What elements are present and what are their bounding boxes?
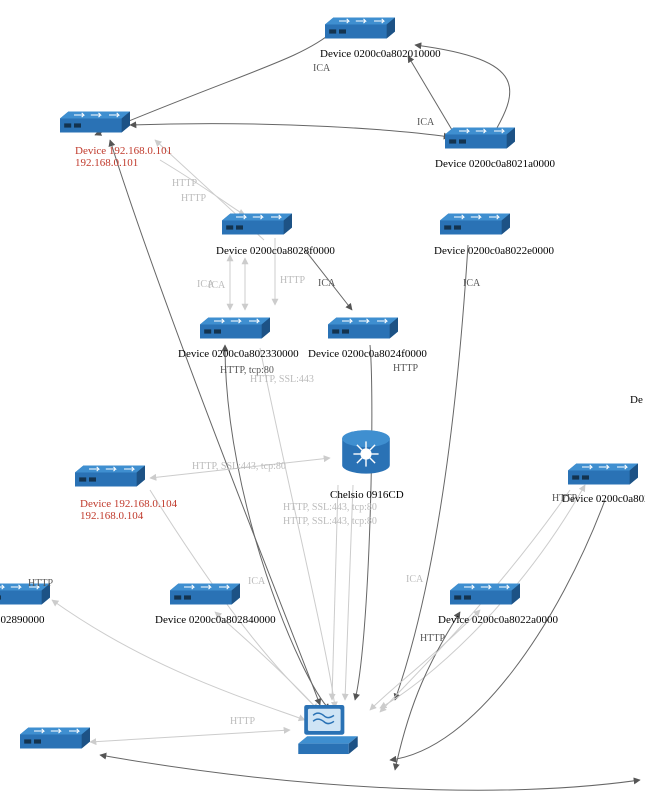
switch-icon [200, 314, 270, 342]
node-label: 802890000 [0, 614, 45, 626]
protocol-label: HTTP [393, 363, 418, 374]
network-diagram: Device 0200c0a802010000 Device 192.168.0… [0, 0, 645, 792]
protocol-label: ICA [417, 117, 434, 128]
node-label: Device 0200c0a8024f0000 [308, 348, 427, 360]
protocol-label: ICA [313, 63, 330, 74]
switch-icon [20, 724, 90, 752]
connection-line [395, 245, 468, 700]
protocol-label: HTTP, SSL:443, tcp:80 [192, 461, 286, 472]
protocol-label: ICA [318, 278, 335, 289]
protocol-label: ICA [463, 278, 480, 289]
protocol-label: HTTP [172, 178, 197, 189]
node-n_103[interactable] [20, 724, 90, 752]
protocol-label: HTTP [420, 633, 445, 644]
protocol-label: HTTP [230, 716, 255, 727]
connection-line [100, 755, 640, 790]
node-label: Device 192.168.0.104 [80, 498, 177, 510]
node-n_8024f[interactable] [328, 314, 398, 342]
connection-line [130, 124, 450, 137]
node-label: Device 0200c0a802840000 [155, 614, 276, 626]
node-label: Device 0200c0a8028f0000 [216, 245, 335, 257]
node-sublabel: 192.168.0.101 [75, 157, 138, 169]
node-label: Device 192.168.0.101 [75, 145, 172, 157]
node-sublabel: 192.168.0.104 [80, 510, 143, 522]
protocol-label: HTTP, SSL:443, tcp:80 [283, 516, 377, 527]
switch-icon [568, 460, 638, 488]
switch-icon [450, 580, 520, 608]
connection-line [390, 500, 605, 760]
node-label: Device 0200c0a8022a0000 [438, 614, 558, 626]
connection-line [260, 348, 335, 708]
node-n_101[interactable] [60, 108, 130, 136]
switch-icon [440, 210, 510, 238]
workstation-icon [298, 702, 358, 757]
node-label: Device 0200c0a802330000 [178, 348, 299, 360]
node-label: De [630, 394, 643, 406]
node-n_top[interactable] [325, 14, 395, 42]
switch-icon [325, 14, 395, 42]
protocol-label: HTTP [181, 193, 206, 204]
node-n_80233[interactable] [200, 314, 270, 342]
node-n_104[interactable] [75, 462, 145, 490]
protocol-label: HTTP [552, 493, 577, 504]
node-label: Device 0200c0a8021a0000 [435, 158, 555, 170]
connection-line [90, 730, 290, 742]
node-n_8027a[interactable] [568, 460, 638, 488]
protocol-label: HTTP [28, 578, 53, 589]
protocol-label: HTTP [280, 275, 305, 286]
switch-icon [222, 210, 292, 238]
node-n_chelsio[interactable] [338, 426, 394, 482]
node-n_8022a[interactable] [450, 580, 520, 608]
switch-icon [75, 462, 145, 490]
node-n_80284[interactable] [170, 580, 240, 608]
connection-line [95, 30, 335, 135]
protocol-label: ICA [248, 576, 265, 587]
node-n_8022e[interactable] [440, 210, 510, 238]
node-label: Device 0200c0a8022e0000 [434, 245, 554, 257]
connection-line [215, 612, 320, 712]
switch-icon [445, 124, 515, 152]
router-icon [338, 426, 394, 482]
protocol-label: HTTP, SSL:443 [250, 374, 314, 385]
switch-icon [60, 108, 130, 136]
node-label: Chelsio 0916CD [330, 489, 404, 501]
protocol-label: ICA [208, 280, 225, 291]
protocol-label: HTTP, SSL:443, tcp:80 [283, 502, 377, 513]
node-label: Device 0200c0a802010000 [320, 48, 441, 60]
node-n_8028f[interactable] [222, 210, 292, 238]
node-n_pc[interactable] [298, 702, 358, 757]
connection-line [225, 345, 330, 710]
node-n_8021a[interactable] [445, 124, 515, 152]
protocol-label: ICA [406, 574, 423, 585]
switch-icon [170, 580, 240, 608]
switch-icon [328, 314, 398, 342]
